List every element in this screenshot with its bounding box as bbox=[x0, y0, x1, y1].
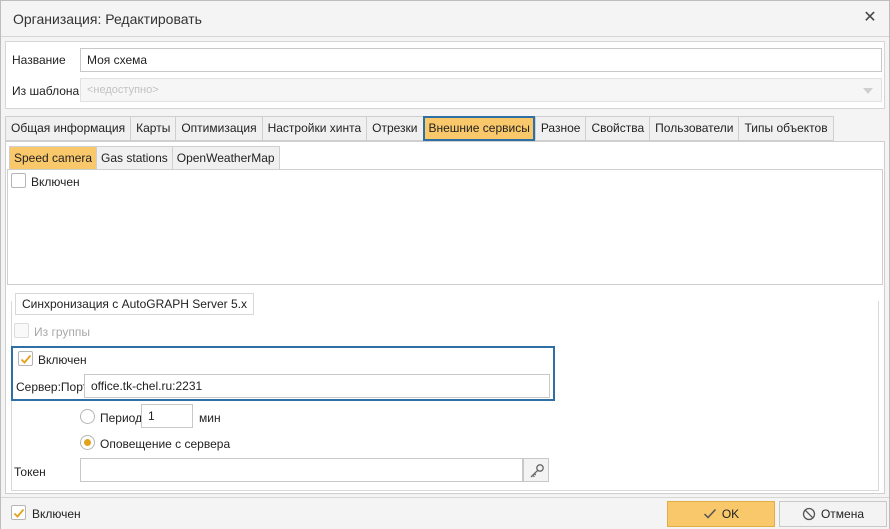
period-input[interactable] bbox=[141, 404, 193, 428]
token-key-button[interactable] bbox=[523, 458, 549, 482]
template-label: Из шаблона bbox=[12, 84, 80, 98]
subtab-speed-camera[interactable]: Speed camera bbox=[9, 146, 97, 170]
service-subtabs: Speed camera Gas stations OpenWeatherMap bbox=[9, 146, 280, 170]
checkmark-icon bbox=[703, 508, 716, 519]
speed-camera-panel: Включен bbox=[7, 169, 883, 285]
ok-button-label: OK bbox=[721, 507, 740, 521]
period-unit-label: мин bbox=[199, 411, 221, 425]
radio-selected-dot bbox=[84, 439, 91, 446]
period-radio[interactable] bbox=[80, 409, 95, 424]
tab-misc[interactable]: Разное bbox=[534, 116, 586, 141]
tab-segments[interactable]: Отрезки bbox=[366, 116, 423, 141]
checkmark-icon bbox=[13, 508, 25, 518]
main-tabs: Общая информация Карты Оптимизация Настр… bbox=[5, 116, 834, 141]
token-label: Токен bbox=[14, 465, 46, 479]
server-highlight-box: Включен Сервер:Порт bbox=[11, 346, 555, 401]
period-label: Период bbox=[100, 411, 143, 425]
cancel-button[interactable]: Отмена bbox=[779, 501, 887, 527]
template-select-value: <недоступно> bbox=[87, 84, 159, 96]
server-notify-label: Оповещение с сервера bbox=[100, 437, 231, 451]
close-icon[interactable]: ✕ bbox=[861, 9, 879, 27]
tab-general[interactable]: Общая информация bbox=[5, 116, 131, 141]
tab-object-types[interactable]: Типы объектов bbox=[738, 116, 834, 141]
token-input[interactable] bbox=[80, 458, 523, 482]
from-group-label: Из группы bbox=[34, 325, 90, 339]
tab-hint-settings[interactable]: Настройки хинта bbox=[261, 116, 367, 141]
template-select: <недоступно> bbox=[80, 78, 882, 102]
dialog-title: Организация: Редактировать bbox=[13, 11, 202, 27]
speed-camera-enabled-checkbox[interactable] bbox=[11, 173, 26, 188]
name-label: Название bbox=[12, 53, 66, 67]
title-bar[interactable]: Организация: Редактировать ✕ bbox=[1, 1, 889, 37]
sync-enabled-checkbox[interactable] bbox=[18, 351, 33, 366]
speed-camera-enabled-label: Включен bbox=[31, 175, 80, 189]
tab-users[interactable]: Пользователи bbox=[649, 116, 739, 141]
sync-group-legend: Синхронизация с AutoGRAPH Server 5.x bbox=[15, 293, 254, 315]
server-port-input[interactable] bbox=[84, 374, 550, 398]
cancel-button-label: Отмена bbox=[820, 507, 865, 521]
footer-enabled-checkbox[interactable] bbox=[11, 505, 26, 520]
tab-properties[interactable]: Свойства bbox=[585, 116, 650, 141]
name-input[interactable] bbox=[80, 48, 882, 72]
key-icon bbox=[530, 464, 544, 478]
server-notify-radio[interactable] bbox=[80, 435, 95, 450]
subtab-gas-stations[interactable]: Gas stations bbox=[96, 146, 172, 170]
tab-external-services[interactable]: Внешние сервисы bbox=[422, 116, 535, 141]
edit-organization-dialog: Организация: Редактировать ✕ Название Из… bbox=[0, 0, 890, 529]
tab-maps[interactable]: Карты bbox=[130, 116, 176, 141]
header-form: Название Из шаблона <недоступно> bbox=[5, 41, 885, 109]
server-port-label: Сервер:Порт bbox=[16, 380, 89, 394]
external-services-panel: Speed camera Gas stations OpenWeatherMap… bbox=[5, 141, 885, 494]
sync-enabled-label: Включен bbox=[38, 353, 87, 367]
subtab-openweathermap[interactable]: OpenWeatherMap bbox=[171, 146, 280, 170]
dialog-footer: Включен OK Отмена bbox=[1, 497, 889, 529]
cancel-circle-icon bbox=[802, 507, 816, 521]
checkmark-icon bbox=[20, 354, 32, 364]
footer-enabled-label: Включен bbox=[32, 507, 81, 521]
ok-button[interactable]: OK bbox=[667, 501, 775, 527]
chevron-down-icon bbox=[863, 88, 873, 94]
from-group-checkbox bbox=[14, 323, 29, 338]
tab-optimization[interactable]: Оптимизация bbox=[175, 116, 262, 141]
